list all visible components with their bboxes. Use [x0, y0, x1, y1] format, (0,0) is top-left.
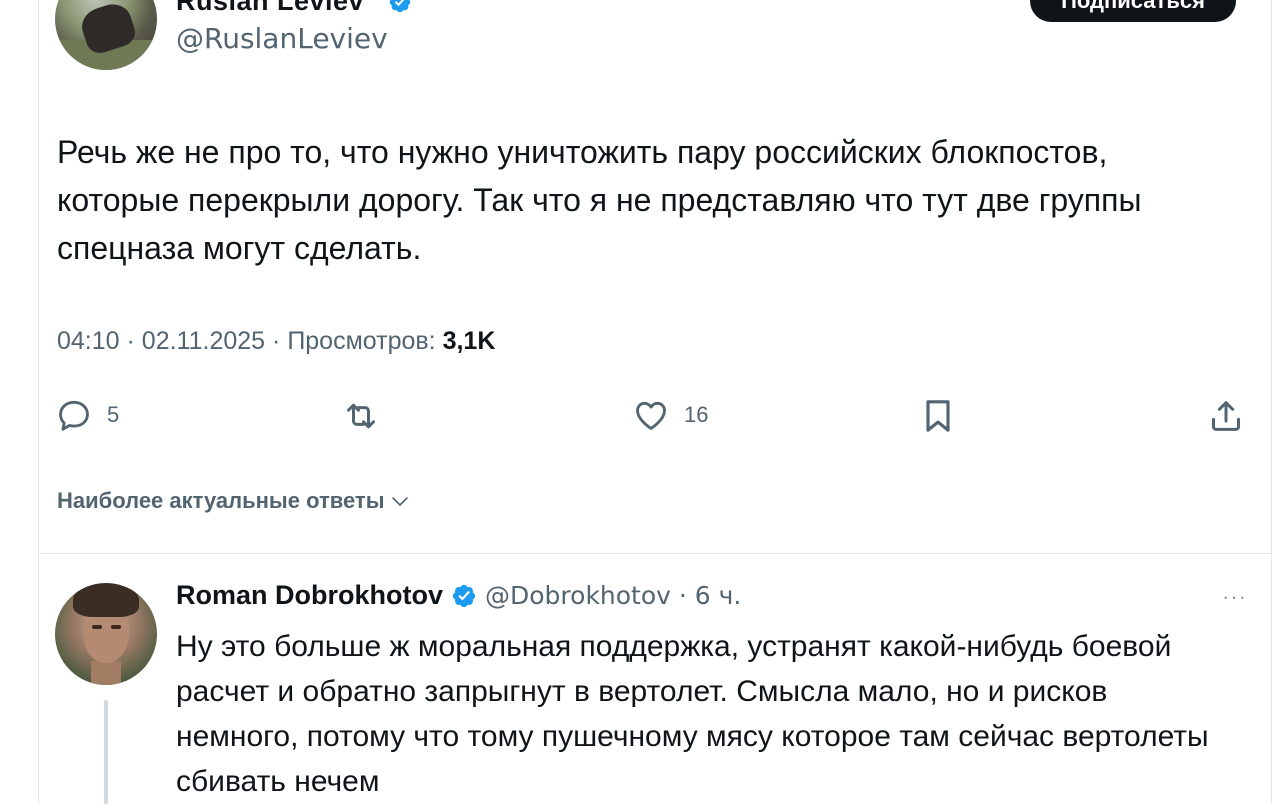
like-button[interactable]: 16	[632, 396, 708, 434]
verified-badge-icon	[389, 0, 411, 13]
tweet-text: Речь же не про то, что нужно уничтожить …	[57, 134, 1142, 266]
tweet-date[interactable]: 02.11.2025	[142, 327, 265, 355]
tweet-meta: 04:10 · 02.11.2025 · Просмотров: 3,1K	[57, 327, 495, 356]
repost-icon	[347, 403, 375, 429]
replies-sort-dropdown[interactable]: Наиболее актуальные ответы	[57, 488, 412, 514]
reply-age[interactable]: 6 ч.	[695, 581, 742, 610]
chevron-down-icon	[392, 497, 409, 506]
author-handle[interactable]: @RuslanLeviev	[176, 22, 388, 55]
reply-text: Ну это больше ж моральная поддержка, уст…	[176, 630, 1209, 798]
reply-icon	[59, 400, 89, 431]
reply-header: Roman Dobrokhotov @Dobrokhotov · 6 ч.	[176, 580, 741, 611]
more-options-icon[interactable]: ···	[1222, 584, 1247, 610]
tweet-time[interactable]: 04:10	[57, 327, 120, 355]
meta-separator: ·	[670, 581, 695, 610]
meta-separator: ·	[272, 327, 281, 355]
share-button[interactable]	[1206, 396, 1246, 436]
bookmark-icon	[926, 400, 950, 432]
reply-button[interactable]: 5	[55, 396, 119, 434]
tweet-action-bar: 5 16	[0, 396, 1280, 440]
verified-badge-icon	[452, 584, 476, 607]
meta-separator: ·	[126, 327, 135, 355]
bookmark-button[interactable]	[918, 396, 958, 436]
like-count: 16	[684, 402, 709, 427]
views-label: Просмотров:	[287, 327, 436, 355]
reply-author-avatar[interactable]	[55, 583, 157, 685]
subscribe-button[interactable]: Подписаться	[1030, 0, 1236, 22]
heart-icon	[636, 401, 666, 430]
section-divider	[38, 553, 1272, 554]
share-icon	[1212, 401, 1240, 431]
reply-author-name[interactable]: Roman Dobrokhotov	[176, 580, 443, 611]
reply-author-handle[interactable]: @Dobrokhotov	[485, 581, 671, 610]
views-count: 3,1K	[442, 327, 496, 355]
author-name[interactable]: Ruslan Leviev	[176, 0, 364, 17]
repost-button[interactable]	[341, 396, 381, 436]
author-avatar[interactable]	[55, 0, 157, 70]
thread-connector-line	[104, 700, 108, 804]
sort-label: Наиболее актуальные ответы	[57, 488, 385, 513]
reply-count: 5	[107, 402, 120, 427]
